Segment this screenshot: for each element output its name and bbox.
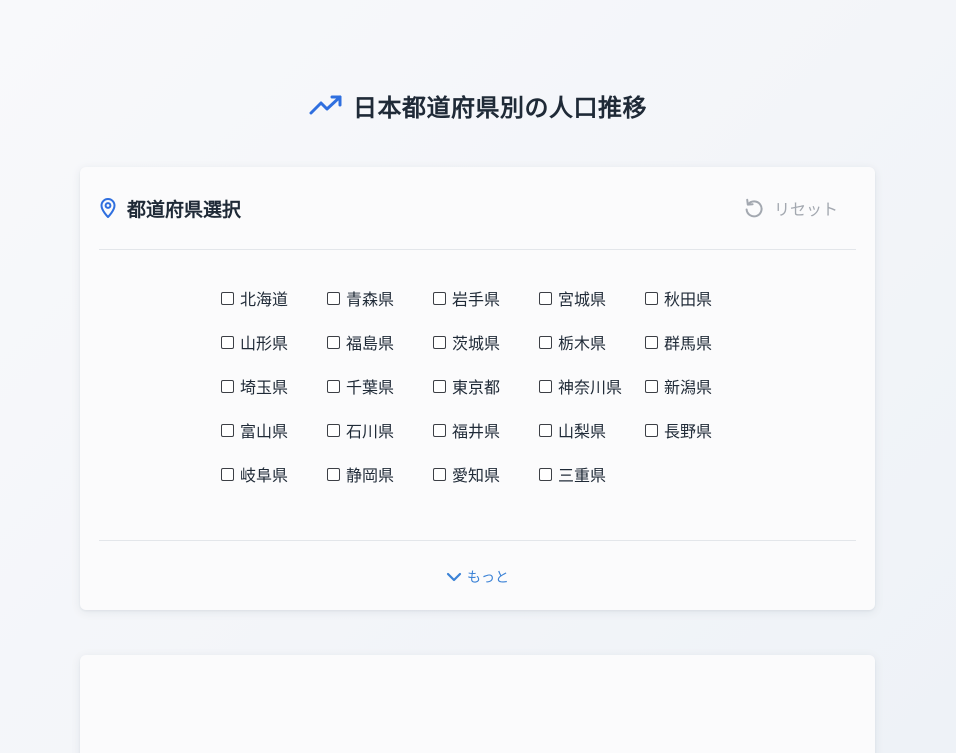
prefecture-checkbox[interactable]	[221, 423, 234, 437]
prefecture-checkbox[interactable]	[327, 423, 340, 437]
prefecture-label: 長野県	[664, 422, 713, 441]
prefecture-label: 千葉県	[346, 378, 395, 397]
prefecture-option[interactable]: 東京都	[433, 373, 539, 399]
prefecture-checkbox[interactable]	[539, 467, 552, 481]
trending-up-icon	[309, 92, 343, 118]
reset-icon	[743, 197, 765, 219]
prefecture-checkbox[interactable]	[433, 379, 446, 393]
prefecture-label: 福島県	[346, 334, 395, 353]
prefecture-checkbox[interactable]	[327, 335, 340, 349]
prefecture-option[interactable]: 愛知県	[433, 461, 539, 487]
prefecture-checkbox[interactable]	[645, 291, 658, 305]
show-more-button[interactable]: もっと	[446, 567, 509, 587]
prefecture-option[interactable]: 福島県	[327, 329, 433, 355]
prefecture-checkbox[interactable]	[221, 335, 234, 349]
prefecture-option[interactable]: 福井県	[433, 417, 539, 443]
prefecture-checkbox[interactable]	[327, 291, 340, 305]
prefecture-checkbox[interactable]	[433, 423, 446, 437]
prefecture-checkbox[interactable]	[645, 379, 658, 393]
page-header: 日本都道府県別の人口推移	[0, 86, 956, 124]
prefecture-option[interactable]: 秋田県	[645, 285, 751, 311]
map-pin-icon	[99, 197, 117, 219]
prefecture-checkbox[interactable]	[539, 379, 552, 393]
selector-title: 都道府県選択	[127, 198, 242, 221]
prefecture-option[interactable]: 群馬県	[645, 329, 751, 355]
prefecture-checkbox[interactable]	[539, 423, 552, 437]
page-title: 日本都道府県別の人口推移	[353, 93, 647, 122]
prefecture-label: 栃木県	[558, 334, 607, 353]
chevron-down-icon	[446, 571, 462, 583]
selector-title-group: 都道府県選択	[99, 195, 241, 222]
prefecture-option[interactable]: 静岡県	[327, 461, 433, 487]
prefecture-label: 北海道	[240, 290, 289, 309]
selector-header: 都道府県選択 リセット	[99, 167, 856, 250]
prefecture-option[interactable]: 栃木県	[539, 329, 645, 355]
prefecture-option[interactable]: 茨城県	[433, 329, 539, 355]
prefecture-label: 愛知県	[452, 466, 501, 485]
prefecture-label: 岐阜県	[240, 466, 289, 485]
prefecture-label: 石川県	[346, 422, 395, 441]
prefecture-label: 三重県	[558, 466, 607, 485]
prefecture-option[interactable]: 富山県	[221, 417, 327, 443]
prefecture-label: 山梨県	[558, 422, 607, 441]
reset-button[interactable]: リセット	[743, 196, 838, 220]
prefecture-label: 神奈川県	[558, 378, 623, 397]
prefecture-checkbox[interactable]	[327, 467, 340, 481]
prefecture-label: 埼玉県	[240, 378, 289, 397]
selector-footer: もっと	[99, 540, 856, 610]
prefecture-checkbox[interactable]	[327, 379, 340, 393]
prefecture-label: 茨城県	[452, 334, 501, 353]
prefecture-label: 富山県	[240, 422, 289, 441]
prefecture-option[interactable]: 宮城県	[539, 285, 645, 311]
prefecture-label: 宮城県	[558, 290, 607, 309]
prefecture-label: 東京都	[452, 378, 501, 397]
prefecture-option[interactable]: 新潟県	[645, 373, 751, 399]
prefecture-option[interactable]: 北海道	[221, 285, 327, 311]
prefecture-checkbox[interactable]	[221, 467, 234, 481]
prefecture-checkbox[interactable]	[433, 335, 446, 349]
show-more-label: もっと	[467, 569, 509, 586]
prefecture-option[interactable]: 岐阜県	[221, 461, 327, 487]
prefecture-label: 静岡県	[346, 466, 395, 485]
prefecture-option[interactable]: 長野県	[645, 417, 751, 443]
prefecture-checkbox[interactable]	[539, 335, 552, 349]
prefecture-label: 山形県	[240, 334, 289, 353]
prefecture-selector-card: 都道府県選択 リセット 北海道 青森県 岩手県 宮城県 秋田県山形県 福島県 茨城県 栃木県 群…	[80, 167, 875, 610]
prefecture-label: 青森県	[346, 290, 395, 309]
prefecture-label: 秋田県	[664, 290, 713, 309]
prefecture-checkbox[interactable]	[433, 467, 446, 481]
prefecture-checkbox[interactable]	[645, 335, 658, 349]
prefecture-option[interactable]: 千葉県	[327, 373, 433, 399]
prefecture-option[interactable]: 神奈川県	[539, 373, 645, 399]
prefecture-option[interactable]: 青森県	[327, 285, 433, 311]
prefecture-label: 福井県	[452, 422, 501, 441]
prefecture-option[interactable]: 山梨県	[539, 417, 645, 443]
prefecture-option[interactable]: 埼玉県	[221, 373, 327, 399]
prefecture-checkbox[interactable]	[221, 291, 234, 305]
prefecture-option[interactable]: 三重県	[539, 461, 645, 487]
prefecture-label: 岩手県	[452, 290, 501, 309]
prefecture-checkbox[interactable]	[221, 379, 234, 393]
prefecture-option[interactable]: 岩手県	[433, 285, 539, 311]
prefecture-checkbox[interactable]	[539, 291, 552, 305]
prefecture-checkbox[interactable]	[645, 423, 658, 437]
reset-label: リセット	[773, 200, 838, 219]
population-chart-card	[80, 655, 875, 753]
prefecture-checkbox-grid: 北海道 青森県 岩手県 宮城県 秋田県山形県 福島県 茨城県 栃木県 群馬県埼玉県 千葉県 東京都 神…	[221, 285, 751, 487]
prefecture-label: 新潟県	[664, 378, 713, 397]
prefecture-option[interactable]: 山形県	[221, 329, 327, 355]
prefecture-option[interactable]: 石川県	[327, 417, 433, 443]
prefecture-checkbox[interactable]	[433, 291, 446, 305]
prefecture-label: 群馬県	[664, 334, 713, 353]
